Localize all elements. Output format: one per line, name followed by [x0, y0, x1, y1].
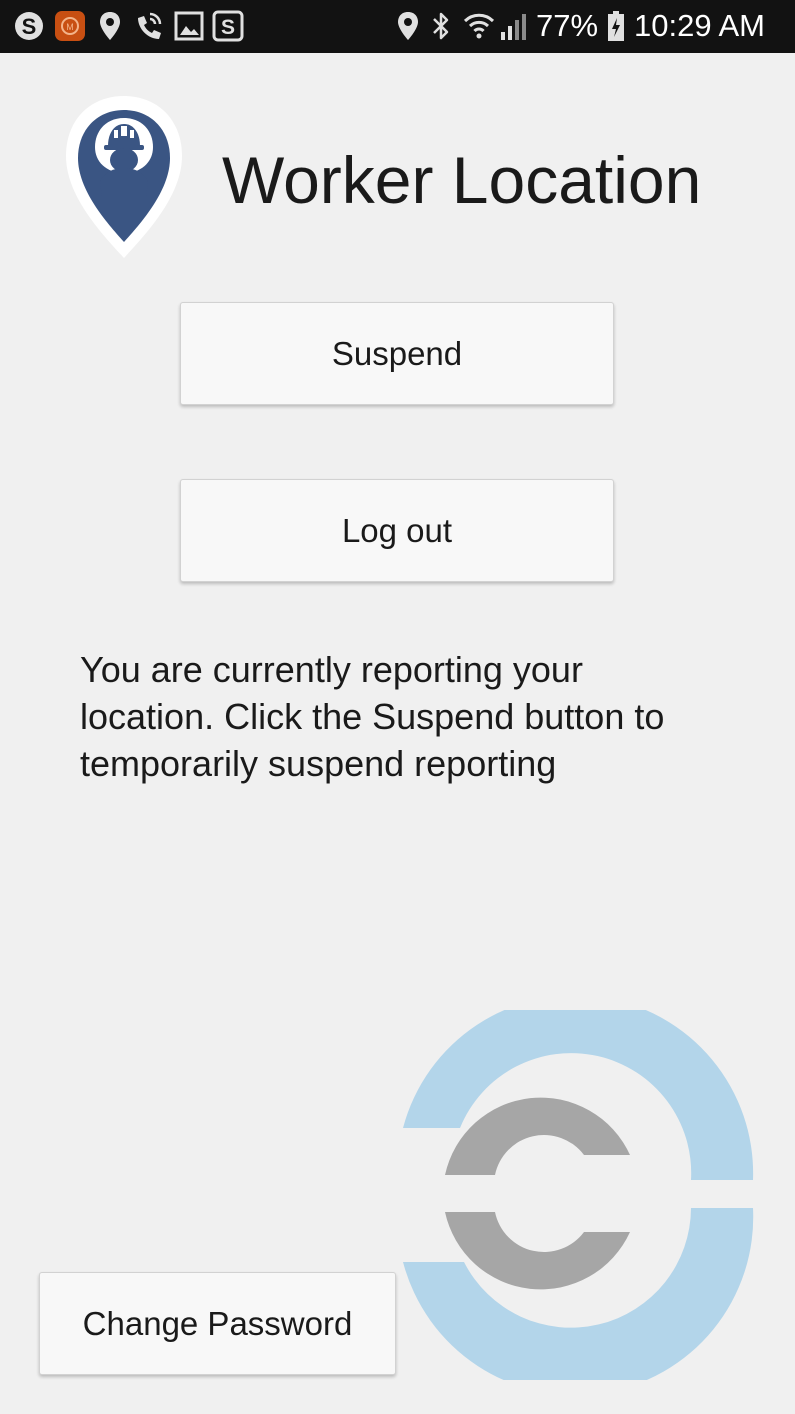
gallery-icon — [174, 11, 204, 41]
change-password-button[interactable]: Change Password — [39, 1272, 396, 1375]
battery-charging-icon — [608, 11, 624, 41]
status-bar: S M S 77% 10:29 AM — [0, 0, 795, 53]
svg-text:S: S — [22, 14, 37, 39]
worker-location-pin-icon — [66, 96, 182, 258]
s-app-icon: S — [212, 10, 244, 42]
signal-icon — [501, 14, 526, 40]
location-icon — [398, 12, 418, 40]
svg-text:S: S — [221, 16, 235, 39]
svg-text:M: M — [66, 22, 74, 32]
suspend-button[interactable]: Suspend — [180, 302, 614, 405]
wifi-icon — [463, 13, 495, 39]
page-title: Worker Location — [222, 143, 702, 217]
wifi-calling-icon — [138, 12, 162, 39]
notification-app-icon: M — [55, 11, 85, 41]
battery-percentage: 77% — [536, 8, 599, 43]
brand-logo-icon — [403, 1010, 754, 1380]
bluetooth-icon — [433, 12, 449, 40]
skype-icon: S — [15, 12, 43, 40]
clock: 10:29 AM — [634, 8, 765, 43]
log-out-button[interactable]: Log out — [180, 479, 614, 582]
status-message: You are currently reporting your locatio… — [80, 649, 665, 784]
location-pin-icon — [100, 12, 120, 40]
